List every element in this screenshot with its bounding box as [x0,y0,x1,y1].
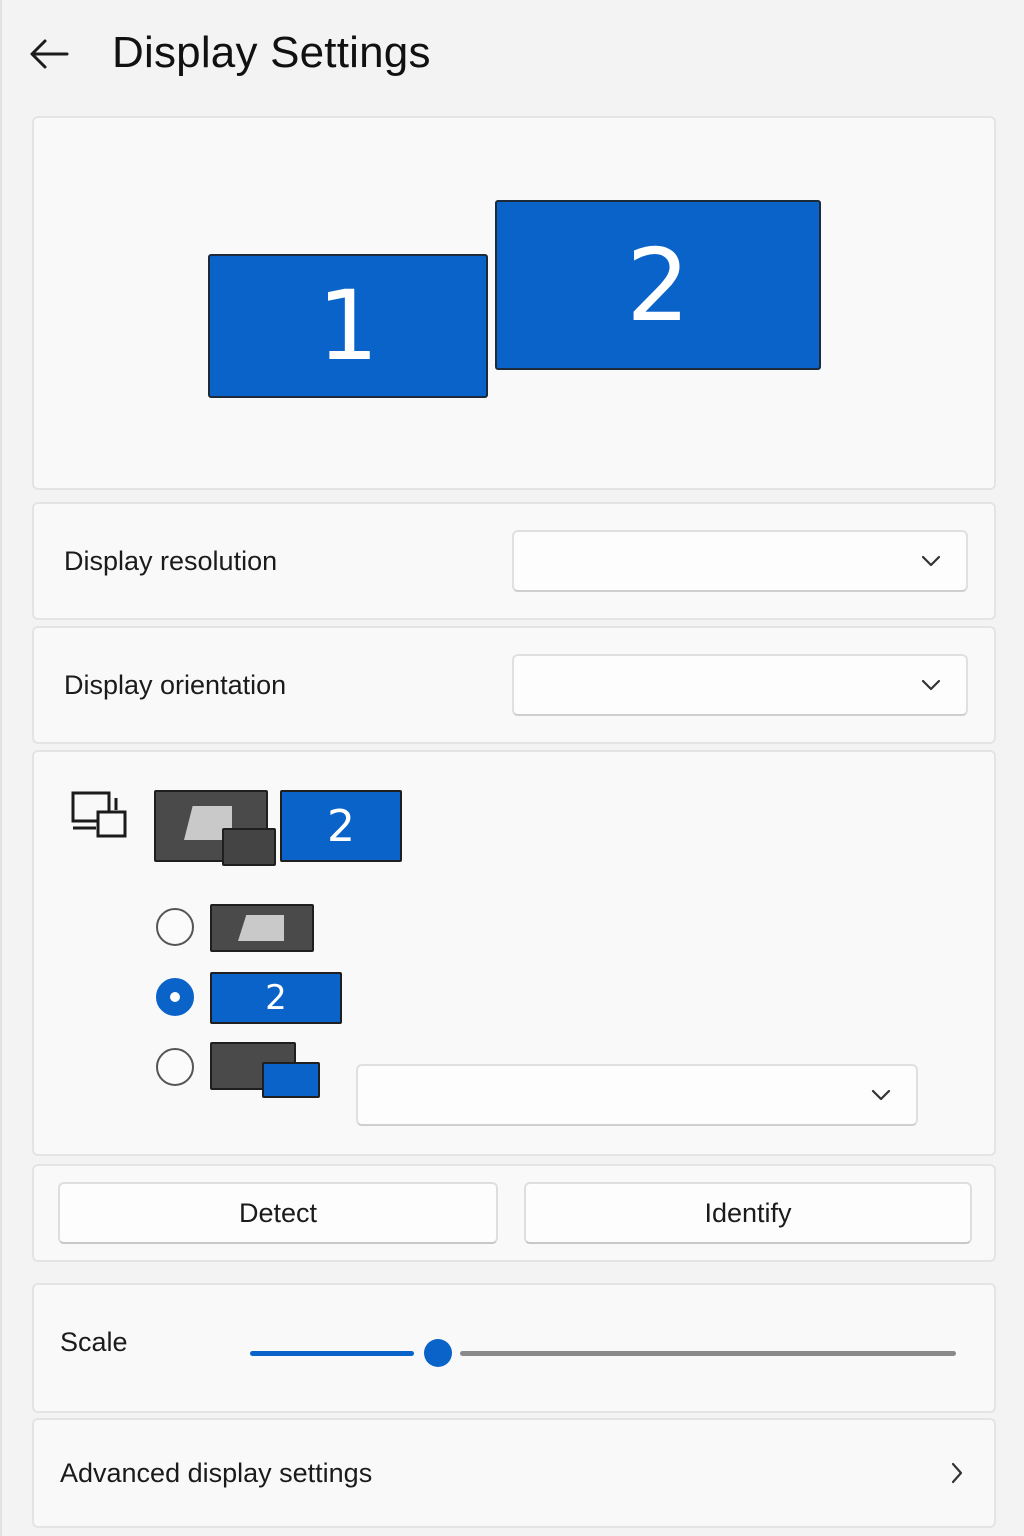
monitor-2-label: 2 [626,226,690,344]
second-screen-label: 2 [265,978,287,1018]
multiple-displays-panel: 2 2 [32,750,996,1156]
advanced-display-settings-link[interactable]: Advanced display settings [32,1418,996,1528]
advanced-display-settings-label: Advanced display settings [60,1457,373,1488]
chevron-down-icon [921,555,941,567]
duplicate-shape [238,915,284,941]
detect-identify-row: Detect Identify [32,1164,996,1262]
scale-label: Scale [60,1327,128,1357]
scale-row: Scale [32,1283,996,1413]
orientation-label: Display orientation [64,669,287,700]
extend-radio[interactable] [156,1048,194,1086]
monitor-1-label: 1 [317,270,379,382]
monitor-1[interactable]: 1 [208,254,488,398]
scale-slider-filled-track[interactable] [250,1351,414,1356]
extend-thumb-secondary [262,1062,320,1098]
duplicate-thumb [210,904,314,952]
display-arrangement-panel: 1 2 [32,116,996,490]
detect-button[interactable]: Detect [58,1182,498,1244]
resolution-label: Display resolution [64,545,278,576]
monitor-2[interactable]: 2 [495,200,821,370]
identify-button[interactable]: Identify [524,1182,972,1244]
chevron-right-icon [951,1462,963,1484]
orientation-row: Display orientation [32,626,996,744]
current-mode-label: 2 [327,800,355,852]
chevron-down-icon [871,1089,891,1101]
orientation-dropdown[interactable] [512,654,968,716]
resolution-row: Display resolution [32,502,996,620]
arrow-left-icon [30,39,69,69]
extend-mode-dropdown[interactable] [356,1064,918,1126]
second-screen-only-thumb: 2 [210,972,342,1024]
scale-slider-track[interactable] [460,1351,956,1356]
duplicate-radio[interactable] [156,908,194,946]
back-button[interactable] [22,30,76,78]
current-mode-overlap-thumb [222,828,276,866]
multiple-displays-icon [71,791,127,838]
second-screen-only-radio[interactable] [156,978,194,1016]
display-settings-page: Display Settings 1 2 Display resolution … [0,0,1024,1536]
chevron-down-icon [921,679,941,691]
page-title: Display Settings [112,28,431,77]
resolution-dropdown[interactable] [512,530,968,592]
current-mode-display-2-thumb: 2 [280,790,402,862]
scale-slider-thumb[interactable] [424,1339,452,1367]
